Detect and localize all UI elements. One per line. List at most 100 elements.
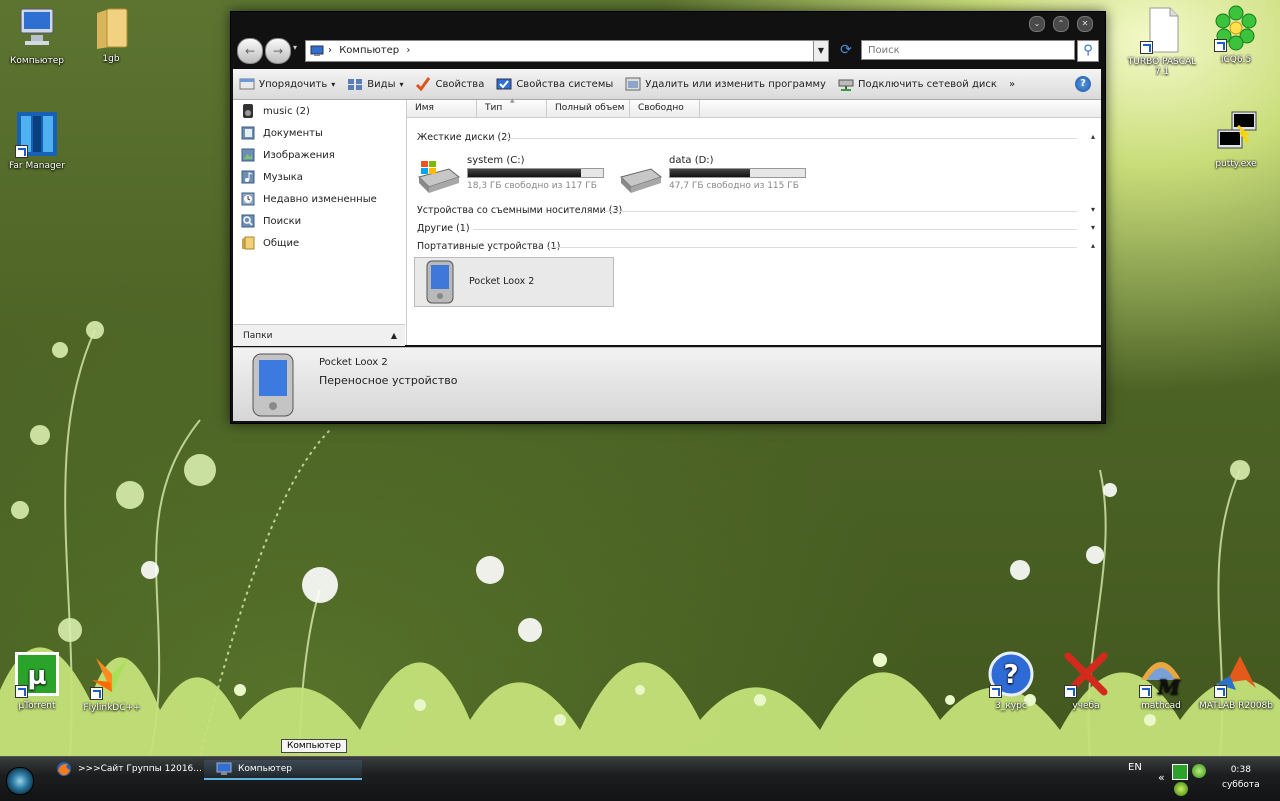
column-total-size[interactable]: Полный объем (547, 100, 630, 117)
desktop-icon-flylink[interactable]: FlylinkDC++ (72, 652, 152, 713)
chevron-down-icon[interactable]: ▾ (1091, 223, 1095, 232)
computer-icon (310, 45, 324, 56)
forward-button[interactable]: → (265, 38, 291, 64)
chevron-down-icon: ▾ (399, 79, 404, 89)
views-button[interactable]: Виды ▾ (341, 72, 409, 96)
searches-icon (241, 214, 255, 228)
desktop-icon-label: 1gb (102, 54, 120, 64)
search-input[interactable]: Поиск (861, 40, 1075, 60)
folders-toggle[interactable]: Папки ▲ (233, 324, 405, 346)
properties-button[interactable]: Свойства (409, 72, 490, 96)
desktop-icon-label: MATLAB R2008b (1198, 701, 1273, 711)
toolbar-overflow-button[interactable]: » (1003, 72, 1021, 96)
nav-item-public[interactable]: Общие (241, 233, 299, 253)
nav-item-label: Изображения (263, 149, 335, 161)
column-name[interactable]: Имя (407, 100, 477, 117)
desktop-icon-label: ICQ6.5 (1220, 55, 1252, 65)
drive-usage-bar (467, 168, 604, 178)
start-button[interactable] (6, 767, 34, 795)
desktop-icon-3-kurs[interactable]: ? 3_курс (971, 650, 1051, 711)
breadcrumb-separator[interactable]: › (406, 45, 410, 56)
nav-item-music[interactable]: Музыка (241, 167, 303, 187)
recent-pages-dropdown[interactable]: ▾ (293, 43, 297, 52)
help-button[interactable]: ? (1075, 76, 1091, 92)
toolbar-label: Свойства (435, 78, 485, 90)
shortcut-arrow-icon (1139, 685, 1152, 698)
address-bar[interactable]: › Компьютер › (305, 40, 819, 62)
system-properties-button[interactable]: Свойства системы (490, 72, 619, 96)
nav-item-music-2[interactable]: music (2) (241, 101, 310, 121)
nav-item-label: Поиски (263, 215, 302, 227)
chevron-down-icon[interactable]: ▾ (1091, 205, 1095, 214)
desktop-icon-mathcad[interactable]: M mathcad (1121, 650, 1201, 711)
map-network-drive-button[interactable]: Подключить сетевой диск (832, 72, 1003, 96)
drive-usage-fill (670, 169, 750, 177)
group-removable[interactable]: Устройства со съемными носителями (3) (417, 204, 622, 218)
content-pane: Имя Тип Полный объем Свободно ▲ Жесткие … (407, 97, 1101, 345)
shortcut-arrow-icon (15, 685, 28, 698)
desktop-icon-label: FlylinkDC++ (83, 703, 141, 713)
svg-text:µ: µ (27, 661, 46, 691)
column-free-space[interactable]: Свободно (630, 100, 700, 117)
device-name: Pocket Loox 2 (469, 276, 535, 287)
toolbar-label: Подключить сетевой диск (857, 78, 997, 90)
taskbar-item-computer[interactable]: Компьютер (204, 760, 362, 780)
chevron-up-icon[interactable]: ▴ (1091, 241, 1095, 250)
windows-drive-icon (418, 161, 461, 193)
desktop-icon-turbo-pascal[interactable]: TURBO PASCAL 7.1 (1122, 6, 1202, 77)
uninstall-program-button[interactable]: Удалить или изменить программу (619, 72, 832, 96)
group-hard-disks[interactable]: Жесткие диски (2) (417, 131, 511, 145)
taskbar-item-firefox[interactable]: >>>Сайт Группы 12016... (56, 760, 202, 778)
nav-item-recent[interactable]: Недавно измененные (241, 189, 377, 209)
organize-button[interactable]: Упорядочить ▾ (233, 72, 341, 96)
documents-icon (241, 126, 255, 140)
drive-name: system (C:) (467, 155, 525, 166)
tray-expand-button[interactable]: « (1158, 771, 1165, 784)
desktop-icon-utorrent[interactable]: µ µTorrent (0, 650, 77, 711)
refresh-icon[interactable]: ⟳ (837, 40, 855, 60)
nav-item-searches[interactable]: Поиски (241, 211, 301, 231)
maximize-button[interactable]: ⌃ (1053, 16, 1069, 32)
icq-tray-icon[interactable] (1174, 782, 1188, 796)
desktop-icon-matlab[interactable]: MATLAB R2008b (1196, 650, 1276, 711)
utorrent-tray-icon[interactable] (1172, 764, 1188, 780)
desktop-icon-1gb[interactable]: 1gb (71, 3, 151, 64)
desktop-icon-far-manager[interactable]: Far Manager (0, 110, 77, 171)
computer-icon (20, 8, 54, 45)
language-indicator[interactable]: EN (1128, 762, 1142, 773)
back-button[interactable]: ← (237, 38, 263, 64)
desktop-icon-putty[interactable]: putty.exe (1196, 108, 1276, 169)
group-portable[interactable]: Портативные устройства (1) (417, 240, 560, 254)
details-subtitle: Переносное устройство (319, 374, 458, 387)
taskbar: >>>Сайт Группы 12016... Компьютер EN « 0… (0, 756, 1280, 801)
minimize-button[interactable]: ⌄ (1029, 16, 1045, 32)
drive-c[interactable]: system (C:) 18,3 ГБ свободно из 117 ГБ (415, 155, 615, 195)
views-icon (348, 79, 363, 90)
nav-item-pictures[interactable]: Изображения (241, 145, 335, 165)
clock[interactable]: 0:38 суббота (1222, 763, 1260, 793)
update-tray-icon[interactable] (1192, 764, 1206, 778)
shortcut-arrow-icon (1214, 39, 1227, 52)
search-icon[interactable]: ⚲ (1077, 40, 1099, 62)
desktop-icon-label: Компьютер (10, 56, 64, 66)
desktop-icon-computer[interactable]: Компьютер (0, 5, 77, 66)
breadcrumb-computer[interactable]: Компьютер (339, 45, 399, 56)
window-controls: ⌄ ⌃ ✕ (1029, 16, 1093, 32)
device-pocket-loox[interactable]: Pocket Loox 2 (414, 257, 614, 307)
group-divider (507, 138, 1077, 139)
chevron-up-icon[interactable]: ▴ (1091, 132, 1095, 141)
explorer-window: ⌄ ⌃ ✕ ← → ▾ › Компьютер › ▼ ⟳ Поиск ⚲ Уп… (230, 11, 1106, 424)
address-dropdown[interactable]: ▼ (813, 40, 829, 62)
desktop-icon-ucheba[interactable]: учеба (1046, 650, 1126, 711)
shortcut-arrow-icon (1064, 685, 1077, 698)
drive-free-text: 47,7 ГБ свободно из 115 ГБ (669, 181, 799, 191)
shortcut-arrow-icon (1140, 41, 1153, 54)
shortcut-arrow-icon (989, 685, 1002, 698)
close-button[interactable]: ✕ (1077, 16, 1093, 32)
drive-d[interactable]: data (D:) 47,7 ГБ свободно из 115 ГБ (617, 155, 817, 195)
group-other[interactable]: Другие (1) (417, 222, 470, 236)
nav-item-documents[interactable]: Документы (241, 123, 323, 143)
desktop-icon-icq[interactable]: ICQ6.5 (1196, 4, 1276, 65)
navigation-pane: music (2) Документы Изображения Музыка Н… (233, 100, 407, 345)
svg-text:M: M (1157, 675, 1181, 698)
